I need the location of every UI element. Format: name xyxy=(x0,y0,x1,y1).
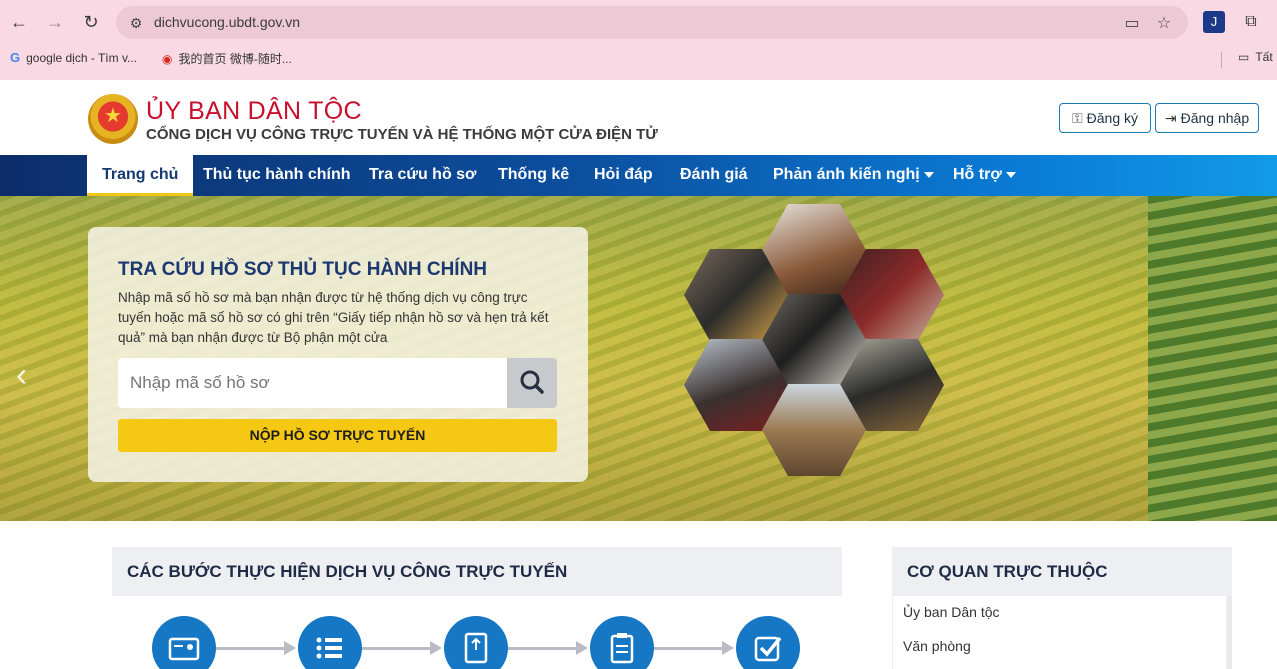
nav-item-faq[interactable]: Hỏi đáp xyxy=(594,155,653,196)
bookmark-label: google dịch - Tìm v... xyxy=(26,50,138,65)
login-button[interactable]: ⇥ Đăng nhập xyxy=(1155,103,1259,133)
caret-down-icon xyxy=(1005,171,1016,178)
submit-online-button[interactable]: NỘP HỒ SƠ TRỰC TUYẾN xyxy=(118,419,557,452)
nav-item-support[interactable]: Hỗ trợ xyxy=(953,155,1016,196)
step-connector xyxy=(362,647,432,650)
bookmark-separator xyxy=(1221,52,1222,68)
bookmark-folder-label: Tất xyxy=(1255,50,1273,64)
bookmark-folder[interactable]: ▭ Tất xyxy=(1238,50,1273,64)
step-2[interactable] xyxy=(298,616,362,669)
register-label: Đăng ký xyxy=(1086,110,1138,126)
dossier-code-input[interactable] xyxy=(118,358,507,408)
chevron-left-icon[interactable]: ‹ xyxy=(16,356,27,395)
id-card-icon xyxy=(168,637,200,661)
steps-section-header: CÁC BƯỚC THỰC HIỆN DỊCH VỤ CÔNG TRỰC TUY… xyxy=(112,547,842,596)
nav-item-procedures[interactable]: Thủ tục hành chính xyxy=(203,155,351,196)
login-label: Đăng nhập xyxy=(1180,110,1250,126)
agency-link[interactable]: Văn phòng xyxy=(903,638,971,654)
arrow-right-icon xyxy=(430,641,442,655)
bookmark-google-translate[interactable]: G google dịch - Tìm v... xyxy=(10,50,137,65)
nav-item-home[interactable]: Trang chủ xyxy=(87,155,194,196)
agencies-title: CƠ QUAN TRỰC THUỘC xyxy=(907,562,1108,581)
upload-document-icon xyxy=(464,632,488,664)
step-4[interactable] xyxy=(590,616,654,669)
lookup-description: Nhập mã số hồ sơ mà bạn nhận được từ hệ … xyxy=(118,290,549,345)
steps-title: CÁC BƯỚC THỰC HIỆN DỊCH VỤ CÔNG TRỰC TUY… xyxy=(127,562,568,581)
lookup-title: TRA CỨU HỒ SƠ THỦ TỤC HÀNH CHÍNH xyxy=(118,259,488,280)
bookmark-weibo[interactable]: ◉ 我的首页 微博-随时... xyxy=(162,50,292,67)
caret-down-icon xyxy=(923,171,934,178)
folder-icon: ▭ xyxy=(1238,50,1250,64)
sign-in-icon: ⇥ xyxy=(1164,109,1177,126)
nav-item-feedback-label: Phản ánh kiến nghị xyxy=(773,166,920,183)
nav-item-lookup[interactable]: Tra cứu hồ sơ xyxy=(369,155,476,196)
site-header: ỦY BAN DÂN TỘC CỔNG DỊCH VỤ CÔNG TRỰC TU… xyxy=(0,80,1277,155)
step-5[interactable] xyxy=(736,616,800,669)
arrow-right-icon xyxy=(284,641,296,655)
step-1[interactable] xyxy=(152,616,216,669)
search-button[interactable] xyxy=(507,358,557,408)
checkmark-icon xyxy=(754,636,782,662)
list-icon xyxy=(316,637,342,659)
extensions-puzzle-icon[interactable]: ⧉ xyxy=(1240,11,1262,33)
hero-next-slide-preview xyxy=(1148,196,1277,521)
extension-icon[interactable]: J xyxy=(1203,11,1225,33)
agencies-section-header: CƠ QUAN TRỰC THUỘC xyxy=(892,547,1232,596)
agencies-list: Ủy ban Dân tộc Văn phòng xyxy=(892,596,1227,669)
main-nav: Trang chủ Thủ tục hành chính Tra cứu hồ … xyxy=(0,155,1277,196)
google-icon: G xyxy=(10,50,21,65)
browser-chrome: ← → ↻ ⚙ dichvucong.ubdt.gov.vn ▭ ☆ J ⧉ G… xyxy=(0,0,1277,80)
site-info-icon[interactable]: ⚙ xyxy=(126,13,146,33)
reload-icon[interactable]: ↻ xyxy=(79,10,103,34)
address-bar-row: ← → ↻ ⚙ dichvucong.ubdt.gov.vn ▭ ☆ J ⧉ xyxy=(0,0,1277,44)
hero-banner: ‹ TRA CỨU HỒ SƠ THỦ TỤC HÀNH CHÍNH Nhập … xyxy=(0,196,1277,521)
arrow-right-icon xyxy=(722,641,734,655)
nav-item-feedback[interactable]: Phản ánh kiến nghị xyxy=(773,155,934,196)
forward-icon[interactable]: → xyxy=(43,10,67,34)
bookmarks-bar: G google dịch - Tìm v... ◉ 我的首页 微博-随时...… xyxy=(0,46,1277,74)
install-app-icon[interactable]: ▭ xyxy=(1122,13,1142,33)
register-button[interactable]: ⚿ Đăng ký xyxy=(1059,103,1151,133)
weibo-icon: ◉ xyxy=(162,51,173,66)
bookmark-star-icon[interactable]: ☆ xyxy=(1154,13,1174,33)
step-connector xyxy=(216,647,286,650)
arrow-right-icon xyxy=(576,641,588,655)
agency-link[interactable]: Ủy ban Dân tộc xyxy=(903,604,1000,620)
step-3[interactable] xyxy=(444,616,508,669)
scroll-edge xyxy=(1227,596,1232,669)
site-subtitle: CỔNG DỊCH VỤ CÔNG TRỰC TUYẾN VÀ HỆ THỐNG… xyxy=(146,126,658,143)
national-emblem-icon xyxy=(88,94,138,144)
omnibox[interactable]: ⚙ dichvucong.ubdt.gov.vn ▭ ☆ xyxy=(116,6,1188,39)
key-icon: ⚿ xyxy=(1071,109,1083,126)
nav-item-rating[interactable]: Đánh giá xyxy=(680,155,748,196)
site-title: ỦY BAN DÂN TỘC xyxy=(146,97,362,125)
clipboard-icon xyxy=(610,633,634,664)
url-text: dichvucong.ubdt.gov.vn xyxy=(154,14,301,30)
nav-item-support-label: Hỗ trợ xyxy=(953,166,1002,183)
step-connector xyxy=(508,647,578,650)
step-connector xyxy=(654,647,724,650)
bookmark-label: 我的首页 微博-随时... xyxy=(178,52,292,66)
search-icon xyxy=(520,370,544,394)
lookup-panel: TRA CỨU HỒ SƠ THỦ TỤC HÀNH CHÍNH Nhập mã… xyxy=(88,227,588,482)
nav-item-statistics[interactable]: Thống kê xyxy=(498,155,569,196)
back-icon[interactable]: ← xyxy=(7,10,31,34)
